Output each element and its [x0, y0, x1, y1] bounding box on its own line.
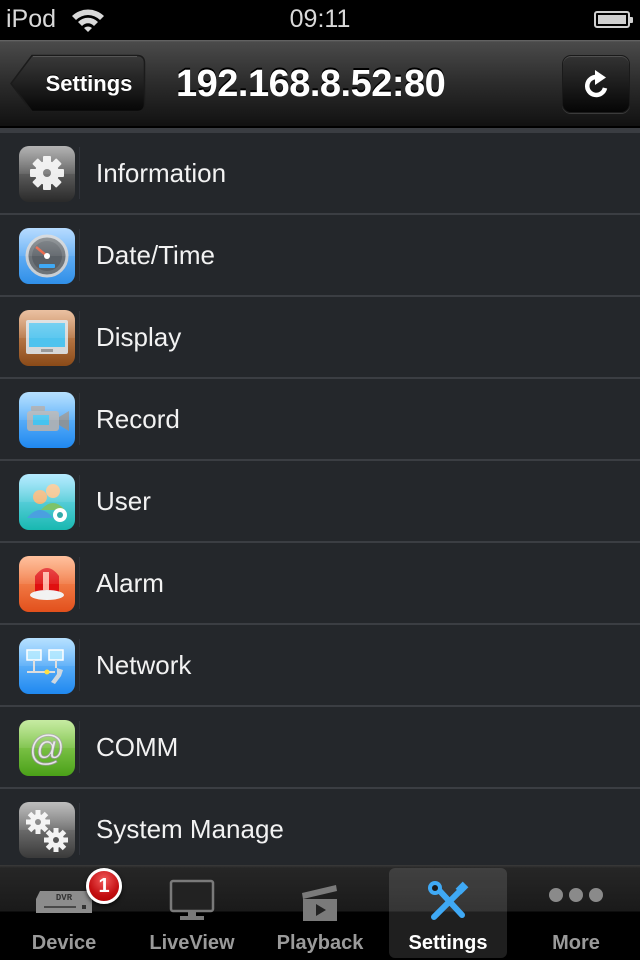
users-icon [19, 474, 75, 530]
tab-label: Device [31, 932, 97, 954]
list-item-label: System Manage [96, 814, 284, 844]
list-item-date-time[interactable]: Date/Time [0, 215, 640, 297]
status-time: 09:11 [289, 5, 351, 33]
list-item-label: User [96, 486, 151, 516]
tab-label: Settings [408, 932, 488, 954]
icon-divider [79, 475, 80, 527]
gauge-icon [19, 228, 75, 284]
svg-text:@: @ [29, 727, 66, 768]
tab-label: LiveView [149, 932, 235, 954]
more-dots-icon [512, 877, 640, 925]
battery-fill [598, 15, 626, 24]
clapperboard-icon [256, 877, 384, 925]
back-button[interactable]: Settings [10, 54, 146, 113]
settings-list: Information Date/Time Display Record Use… [0, 133, 640, 865]
back-button-label: Settings [45, 71, 133, 96]
tab-playback[interactable]: Playback [256, 865, 384, 960]
list-item-system-manage[interactable]: System Manage [0, 789, 640, 865]
battery-icon [594, 11, 633, 28]
icon-divider [79, 557, 80, 609]
refresh-button[interactable] [562, 55, 630, 113]
list-item-label: Network [96, 650, 192, 680]
svg-text:DVR: DVR [56, 893, 73, 903]
tab-bar: DVR 1 Device LiveView Playback Settings … [0, 865, 640, 960]
icon-divider [79, 803, 80, 855]
tab-settings[interactable]: Settings [384, 865, 512, 960]
video-camera-icon [19, 392, 75, 448]
list-item-label: COMM [96, 732, 179, 762]
icon-divider [79, 721, 80, 773]
list-item-label: Alarm [96, 568, 164, 598]
icon-divider [79, 147, 80, 199]
list-item-information[interactable]: Information [0, 133, 640, 215]
at-sign-icon: @ [19, 720, 75, 776]
tab-more[interactable]: More [512, 865, 640, 960]
navigation-bar: Settings 192.168.8.52:80 [0, 40, 640, 128]
tools-icon [384, 877, 512, 925]
gears-icon [19, 802, 75, 858]
list-item-display[interactable]: Display [0, 297, 640, 379]
tab-liveview[interactable]: LiveView [128, 865, 256, 960]
icon-divider [79, 393, 80, 445]
list-item-comm[interactable]: @ COMM [0, 707, 640, 789]
tab-label: Playback [276, 932, 364, 954]
status-bar: iPod 09:11 [0, 0, 640, 40]
gear-icon [19, 146, 75, 202]
monitor-icon [128, 877, 256, 925]
list-item-user[interactable]: User [0, 461, 640, 543]
list-item-alarm[interactable]: Alarm [0, 543, 640, 625]
list-item-label: Display [96, 322, 182, 352]
list-item-label: Record [96, 404, 180, 434]
tab-label: More [552, 932, 600, 954]
list-item-record[interactable]: Record [0, 379, 640, 461]
refresh-icon [585, 70, 608, 98]
monitor-icon [19, 310, 75, 366]
list-item-label: Information [96, 158, 227, 188]
siren-icon [19, 556, 75, 612]
tab-device[interactable]: DVR 1 Device [0, 865, 128, 960]
list-item-label: Date/Time [96, 240, 215, 270]
icon-divider [79, 229, 80, 281]
list-item-network[interactable]: Network [0, 625, 640, 707]
network-icon [19, 638, 75, 694]
icon-divider [79, 311, 80, 363]
icon-divider [79, 639, 80, 691]
notification-badge: 1 [86, 868, 122, 904]
page-title: 192.168.8.52:80 [176, 63, 446, 105]
